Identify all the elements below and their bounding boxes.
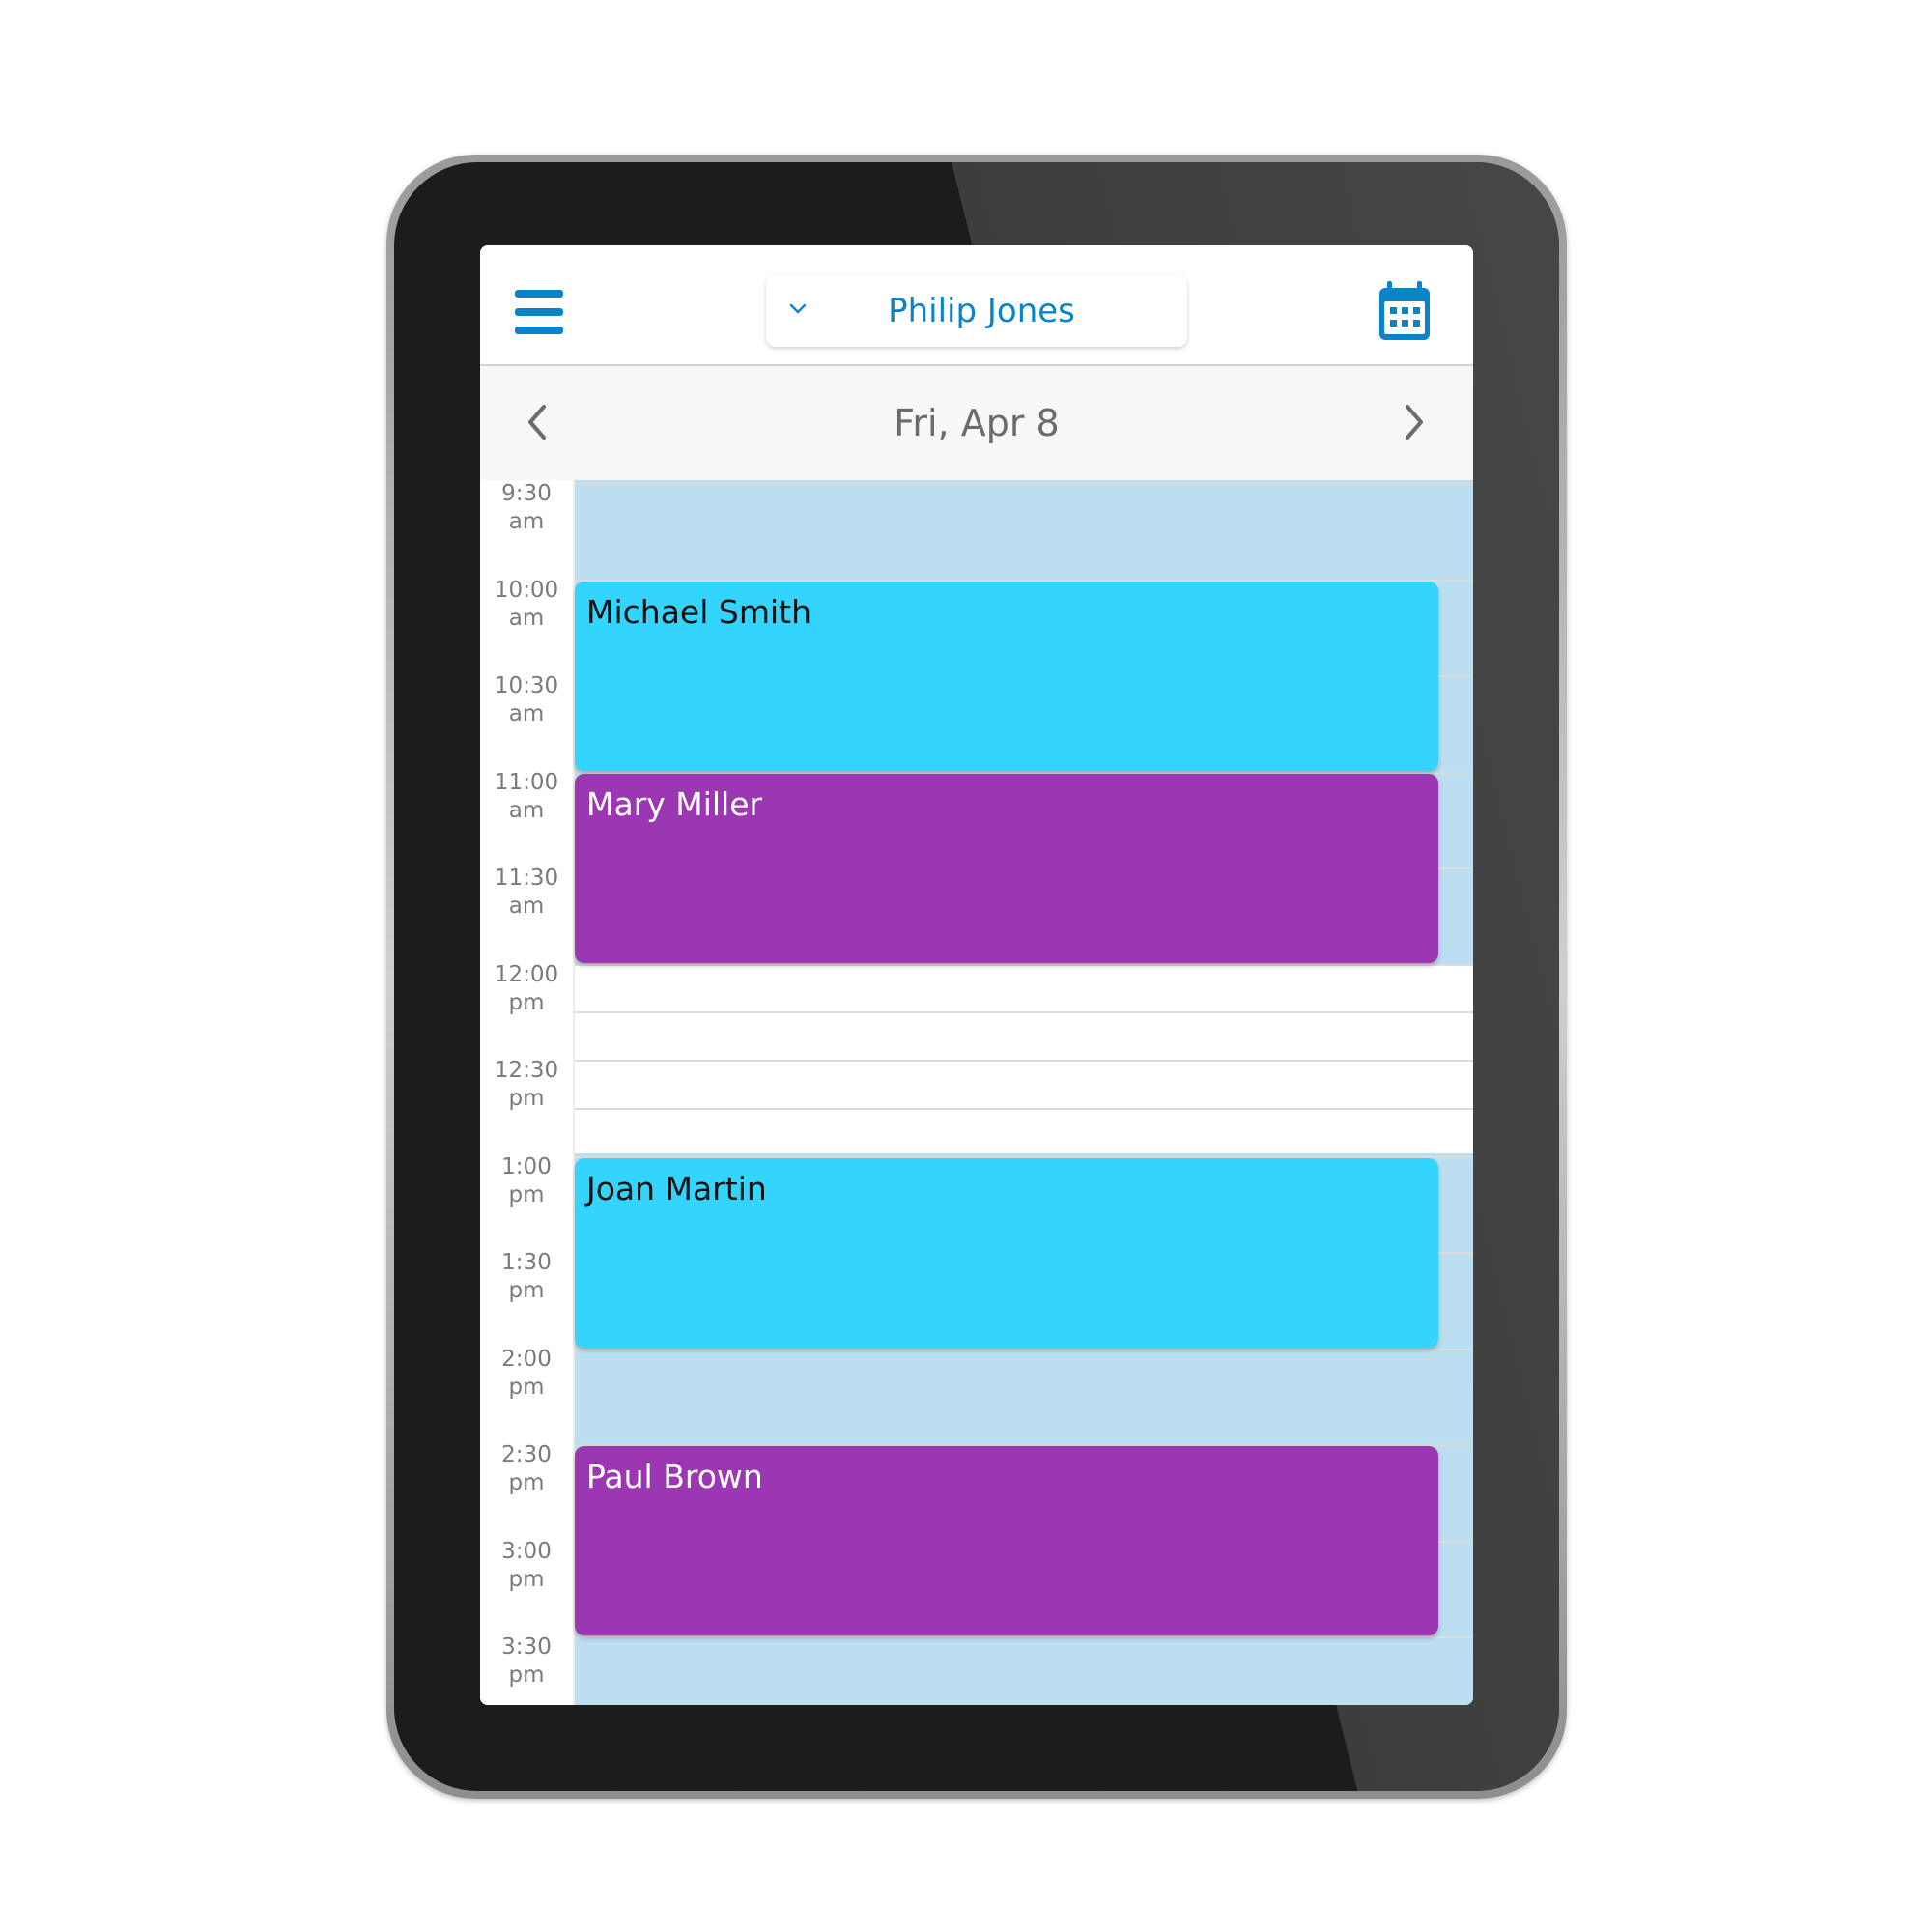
time-label-hour: 10:00 [494, 577, 559, 603]
time-label: 11:00 am [480, 769, 573, 825]
app-header: Philip Jones [480, 245, 1473, 366]
appointment-client-name: Paul Brown [586, 1458, 763, 1495]
time-label: 3:30 pm [480, 1634, 573, 1690]
time-label-period: pm [508, 1181, 545, 1208]
time-label: 2:30 pm [480, 1441, 573, 1497]
grid-line [575, 483, 1473, 485]
appointment-client-name: Mary Miller [586, 784, 763, 823]
grid-line [575, 963, 1473, 966]
time-label: 11:30 am [480, 865, 573, 921]
time-label-period: am [508, 797, 545, 823]
time-label-hour: 2:00 [501, 1346, 552, 1372]
time-label: 12:00 pm [480, 961, 573, 1017]
appointment-client-name: Joan Martin [586, 1169, 767, 1208]
appointment-event[interactable]: Joan Martin [575, 1157, 1438, 1348]
time-label-hour: 11:30 [494, 866, 559, 891]
time-label-hour: 3:30 [501, 1634, 552, 1660]
time-label-period: pm [508, 1470, 545, 1495]
time-label-hour: 1:30 [501, 1250, 552, 1275]
time-label: 12:30 pm [480, 1057, 573, 1113]
app-screen: Philip Jones Fri, Apr 8 9:30 am 10:00 am 10:… [480, 245, 1473, 1705]
time-label-period: am [508, 605, 545, 631]
time-label: 10:30 am [480, 672, 573, 728]
hamburger-menu-icon[interactable] [515, 290, 563, 334]
grid-line [575, 1060, 1473, 1062]
grid-line [575, 1348, 1473, 1350]
date-navigation-bar: Fri, Apr 8 [480, 366, 1473, 480]
time-label-period: pm [508, 1278, 545, 1303]
grid-line [575, 1011, 1473, 1014]
day-schedule-grid[interactable]: 9:30 am 10:00 am 10:30 am 11:00 am 11:30 am 12:00 p… [480, 480, 1473, 1705]
time-label-period: am [508, 509, 545, 534]
time-label-hour: 3:00 [501, 1538, 552, 1564]
grid-line [575, 1636, 1473, 1638]
appointment-event[interactable]: Michael Smith [575, 581, 1438, 771]
time-label: 1:30 pm [480, 1249, 573, 1305]
time-label: 9:30 am [480, 480, 573, 536]
time-label: 1:00 pm [480, 1153, 573, 1209]
chevron-right-icon[interactable] [1384, 393, 1442, 451]
user-dropdown[interactable]: Philip Jones [766, 275, 1187, 347]
time-label-period: pm [508, 989, 545, 1015]
calendar-icon[interactable] [1376, 280, 1434, 342]
time-label-period: am [508, 894, 545, 919]
time-label-hour: 1:00 [501, 1153, 552, 1179]
time-label-period: pm [508, 1086, 545, 1111]
time-label-hour: 10:30 [494, 673, 559, 698]
time-label-hour: 12:30 [494, 1058, 559, 1083]
time-label-period: pm [508, 1566, 545, 1592]
time-label: 10:00 am [480, 577, 573, 633]
time-label-period: am [508, 701, 545, 726]
current-date: Fri, Apr 8 [894, 402, 1060, 444]
time-label-hour: 12:00 [494, 961, 559, 987]
time-gutter: 9:30 am 10:00 am 10:30 am 11:00 am 11:30 am 12:00 p… [480, 480, 575, 1705]
schedule-column[interactable]: Michael Smith Mary Miller Joan Martin Paul … [575, 480, 1473, 1705]
time-label-hour: 9:30 [501, 481, 552, 506]
time-label: 2:00 pm [480, 1346, 573, 1402]
time-label-period: pm [508, 1662, 545, 1688]
time-label: 3:00 pm [480, 1538, 573, 1594]
grid-line [575, 1107, 1473, 1110]
appointment-event[interactable]: Mary Miller [575, 773, 1438, 963]
time-label-period: pm [508, 1374, 545, 1400]
appointment-event[interactable]: Paul Brown [575, 1446, 1438, 1635]
appointment-client-name: Michael Smith [586, 592, 811, 631]
time-label-hour: 2:30 [501, 1442, 552, 1467]
time-label-hour: 11:00 [494, 769, 559, 795]
selected-user-name: Philip Jones [888, 292, 1075, 330]
